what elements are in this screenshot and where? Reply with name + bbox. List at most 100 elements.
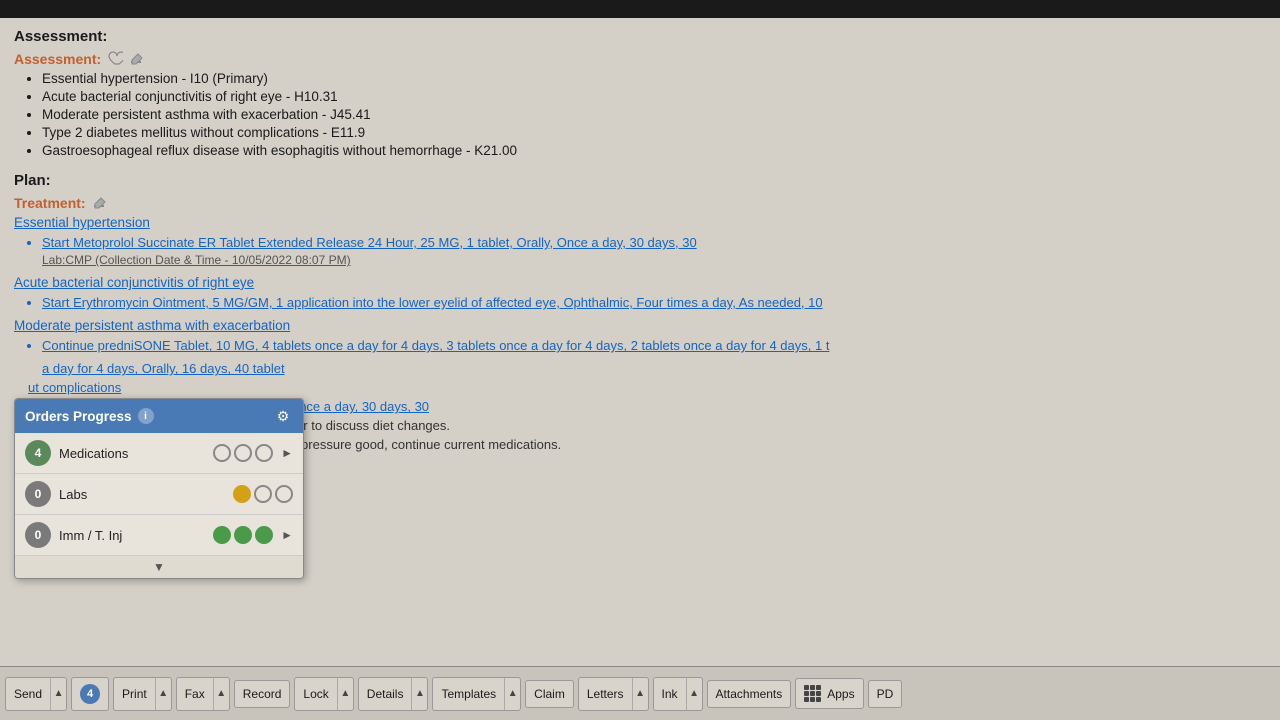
count-badge-group: 4 xyxy=(71,677,109,711)
apps-label: Apps xyxy=(827,687,854,701)
circle-2 xyxy=(254,485,272,503)
ink-label: Ink xyxy=(662,687,678,701)
details-group: Details ▲ xyxy=(358,677,429,711)
orders-row-labs: 0 Labs xyxy=(15,474,303,515)
treatment-item[interactable]: Continue predniSONE Tablet, 10 MG, 4 tab… xyxy=(42,337,1266,355)
details-button[interactable]: Details xyxy=(359,681,412,707)
edit-icon[interactable] xyxy=(129,51,145,67)
lock-button[interactable]: Lock xyxy=(295,681,336,707)
main-content: Assessment: Assessment: Essential hypert… xyxy=(0,18,1280,666)
treatment-item[interactable]: Start Metoprolol Succinate ER Tablet Ext… xyxy=(42,234,1266,269)
circle-2 xyxy=(234,444,252,462)
letters-dropdown[interactable]: ▲ xyxy=(632,678,648,710)
apps-group: Apps xyxy=(795,678,863,709)
templates-label: Templates xyxy=(441,687,496,701)
imm-chevron[interactable]: ► xyxy=(281,528,293,542)
treatment-sub-title: Treatment: xyxy=(14,195,1266,211)
medications-label: Medications xyxy=(59,446,205,461)
orders-row-medications: 4 Medications ► xyxy=(15,433,303,474)
print-dropdown[interactable]: ▲ xyxy=(155,678,171,710)
info-icon[interactable]: i xyxy=(138,408,154,424)
assessment-section: Assessment: Assessment: Essential hypert… xyxy=(14,28,1266,158)
lock-dropdown[interactable]: ▲ xyxy=(337,678,353,710)
medications-circles xyxy=(213,444,273,462)
asthma-treatments: Continue predniSONE Tablet, 10 MG, 4 tab… xyxy=(14,337,1266,355)
print-label: Print xyxy=(122,687,147,701)
claim-group: Claim xyxy=(525,680,574,708)
pd-button[interactable]: PD xyxy=(869,681,902,707)
fax-button[interactable]: Fax xyxy=(177,681,213,707)
send-label: Send xyxy=(14,687,42,701)
print-group: Print ▲ xyxy=(113,677,172,711)
count-badge-button[interactable]: 4 xyxy=(72,678,108,710)
circle-3 xyxy=(255,444,273,462)
orders-panel: Orders Progress i ⚙ 4 Medications ► 0 La… xyxy=(14,398,304,579)
orders-row-imm: 0 Imm / T. Inj ► xyxy=(15,515,303,556)
treatment-title-conjunctivitis[interactable]: Acute bacterial conjunctivitis of right … xyxy=(14,275,1266,290)
record-group: Record xyxy=(234,680,291,708)
fax-group: Fax ▲ xyxy=(176,677,230,711)
circle-green-1 xyxy=(213,526,231,544)
diagnosis-item: Essential hypertension - I10 (Primary) xyxy=(42,71,1266,86)
record-label: Record xyxy=(243,687,282,701)
assessment-sub-title: Assessment: xyxy=(14,51,1266,67)
ink-button[interactable]: Ink xyxy=(654,681,686,707)
conjunctivitis-treatments: Start Erythromycin Ointment, 5 MG/GM, 1 … xyxy=(14,294,1266,312)
hypertension-treatments: Start Metoprolol Succinate ER Tablet Ext… xyxy=(14,234,1266,269)
treatment-block-asthma: Moderate persistent asthma with exacerba… xyxy=(14,318,1266,376)
orders-panel-title-group: Orders Progress i xyxy=(25,408,154,424)
panel-collapse-arrow[interactable]: ▼ xyxy=(15,556,303,578)
heart-icon xyxy=(107,51,123,67)
treatment-title-asthma[interactable]: Moderate persistent asthma with exacerba… xyxy=(14,318,1266,333)
letters-button[interactable]: Letters xyxy=(579,681,632,707)
ink-dropdown[interactable]: ▲ xyxy=(686,678,702,710)
assessment-list: Essential hypertension - I10 (Primary) A… xyxy=(14,71,1266,158)
circle-3 xyxy=(275,485,293,503)
fax-label: Fax xyxy=(185,687,205,701)
details-label: Details xyxy=(367,687,404,701)
fax-dropdown[interactable]: ▲ xyxy=(213,678,229,710)
count-badge: 4 xyxy=(80,684,100,704)
letters-label: Letters xyxy=(587,687,624,701)
diagnosis-item: Moderate persistent asthma with exacerba… xyxy=(42,107,1266,122)
lock-label: Lock xyxy=(303,687,328,701)
claim-button[interactable]: Claim xyxy=(526,681,573,707)
top-bar xyxy=(0,0,1280,18)
pd-label: PD xyxy=(877,687,894,701)
apps-button[interactable]: Apps xyxy=(796,679,862,708)
letters-group: Letters ▲ xyxy=(578,677,649,711)
treatment-item[interactable]: Start Erythromycin Ointment, 5 MG/GM, 1 … xyxy=(42,294,1266,312)
send-group: Send ▲ xyxy=(5,677,67,711)
attachments-label: Attachments xyxy=(716,687,783,701)
gear-icon[interactable]: ⚙ xyxy=(273,406,293,426)
medications-badge: 4 xyxy=(25,440,51,466)
treatment-block-hypertension: Essential hypertension Start Metoprolol … xyxy=(14,215,1266,269)
attachments-button[interactable]: Attachments xyxy=(708,681,791,707)
templates-dropdown[interactable]: ▲ xyxy=(504,678,520,710)
send-button[interactable]: Send xyxy=(6,681,50,707)
claim-label: Claim xyxy=(534,687,565,701)
pd-group: PD xyxy=(868,680,903,708)
treatment-block-conjunctivitis: Acute bacterial conjunctivitis of right … xyxy=(14,275,1266,312)
send-dropdown[interactable]: ▲ xyxy=(50,678,66,710)
bottom-toolbar: Send ▲ 4 Print ▲ Fax ▲ Record Lock ▲ xyxy=(0,666,1280,720)
circle-1 xyxy=(213,444,231,462)
treatment-title-hypertension[interactable]: Essential hypertension xyxy=(14,215,1266,230)
imm-label: Imm / T. Inj xyxy=(59,528,205,543)
assessment-section-title: Assessment: xyxy=(14,28,1266,45)
diagnosis-item: Gastroesophageal reflux disease with eso… xyxy=(42,143,1266,158)
print-button[interactable]: Print xyxy=(114,681,155,707)
apps-grid-icon xyxy=(804,685,821,702)
asthma-continuation: a day for 4 days, Orally, 16 days, 40 ta… xyxy=(14,361,1266,376)
note-complications: ut complications xyxy=(14,380,1266,395)
attachments-group: Attachments xyxy=(707,680,792,708)
circle-yellow xyxy=(233,485,251,503)
labs-badge: 0 xyxy=(25,481,51,507)
treatment-edit-icon[interactable] xyxy=(92,195,108,211)
orders-panel-title: Orders Progress xyxy=(25,409,132,424)
circle-green-3 xyxy=(255,526,273,544)
templates-button[interactable]: Templates xyxy=(433,681,504,707)
record-button[interactable]: Record xyxy=(235,681,290,707)
medications-chevron[interactable]: ► xyxy=(281,446,293,460)
details-dropdown[interactable]: ▲ xyxy=(411,678,427,710)
